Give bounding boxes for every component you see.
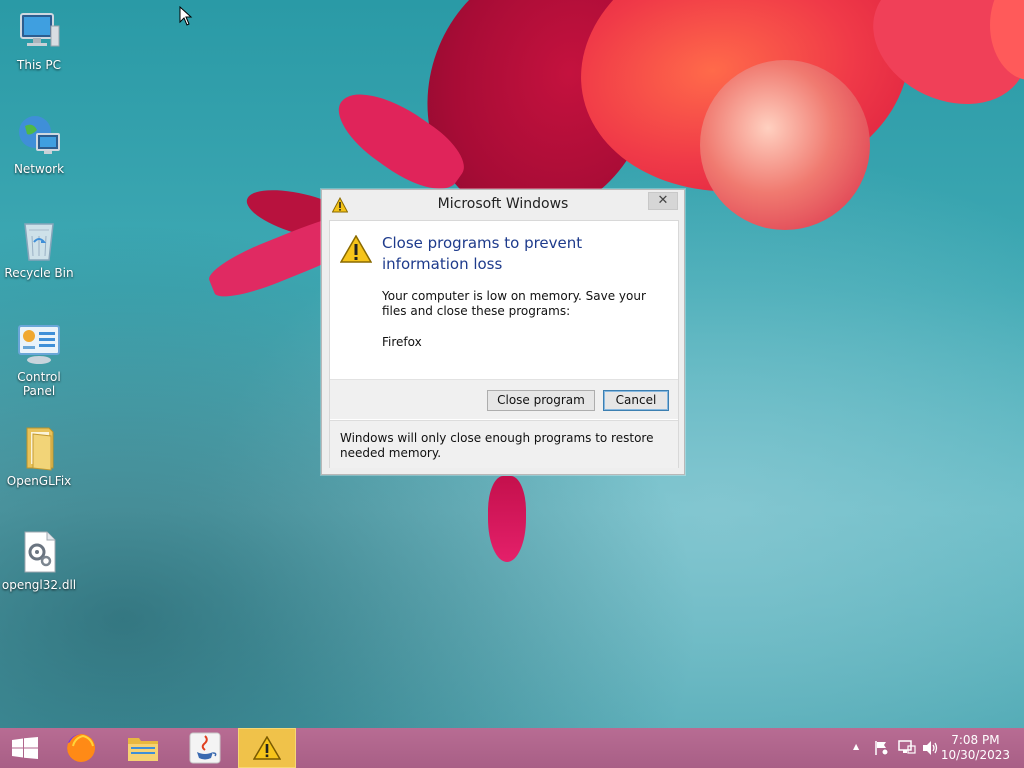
- taskbar: ▲ 7:08 PM 10/30/2023: [0, 728, 1024, 768]
- warning-icon: [252, 735, 282, 764]
- taskbar-file-explorer[interactable]: [114, 728, 172, 768]
- computer-icon: [15, 8, 63, 56]
- wallpaper-petal: [700, 60, 870, 230]
- control-panel-icon: [15, 320, 63, 368]
- footer-note: Windows will only close enough programs …: [340, 431, 654, 460]
- desktop-icon-openglfix[interactable]: OpenGLFix: [0, 424, 78, 488]
- wallpaper-stem: [488, 476, 526, 562]
- java-icon: [189, 732, 221, 768]
- folder-icon: [15, 424, 63, 472]
- dialog-titlebar[interactable]: Microsoft Windows ✕: [322, 190, 684, 220]
- taskbar-java[interactable]: [176, 728, 234, 768]
- close-button[interactable]: ✕: [648, 192, 678, 210]
- dialog-content: Close programs to prevent information lo…: [329, 220, 679, 468]
- desktop-icon-control-panel[interactable]: Control Panel: [0, 320, 78, 398]
- flag-icon[interactable]: [874, 740, 890, 760]
- system-tray: ▲: [850, 728, 950, 768]
- chevron-up-icon[interactable]: ▲: [853, 742, 859, 751]
- taskbar-clock[interactable]: 7:08 PM 10/30/2023: [941, 733, 1010, 763]
- desktop-icon-recycle-bin[interactable]: Recycle Bin: [0, 216, 78, 280]
- dialog-main-area: Close programs to prevent information lo…: [330, 221, 678, 379]
- program-name: Firefox: [382, 335, 422, 349]
- clock-date: 10/30/2023: [940, 748, 1010, 762]
- network-icon[interactable]: [898, 740, 916, 760]
- dll-file-icon: [15, 528, 63, 576]
- desktop-icon-label: OpenGLFix: [6, 474, 72, 488]
- desktop-icon-label: Control Panel: [17, 370, 61, 398]
- clock-time: 7:08 PM: [951, 733, 1000, 747]
- speaker-icon[interactable]: [922, 740, 940, 760]
- desktop-icon-label: This PC: [17, 58, 61, 72]
- desktop-icon-opengl32-dll[interactable]: opengl32.dll: [0, 528, 78, 592]
- dialog-footer: Windows will only close enough programs …: [330, 420, 678, 468]
- windows-logo-icon: [12, 737, 38, 763]
- dialog-title: Microsoft Windows: [437, 196, 569, 212]
- cancel-button[interactable]: Cancel: [603, 390, 669, 411]
- desktop: This PC Network Recycle Bin Control Pane…: [0, 0, 1024, 728]
- desktop-icon-label: Network: [13, 162, 65, 176]
- close-program-button[interactable]: Close program: [487, 390, 595, 411]
- start-button[interactable]: [0, 728, 50, 768]
- dialog-button-area: Close program Cancel: [330, 379, 678, 419]
- taskbar-warning-dialog[interactable]: [238, 728, 296, 768]
- desktop-icon-label: opengl32.dll: [1, 578, 77, 592]
- main-instruction: Close programs to prevent information lo…: [382, 234, 583, 273]
- folder-icon: [127, 734, 159, 766]
- network-icon: [15, 112, 63, 160]
- firefox-icon: [65, 732, 97, 768]
- desktop-icon-label: Recycle Bin: [4, 266, 74, 280]
- desktop-icon-this-pc[interactable]: This PC: [0, 8, 78, 72]
- dialog-message: Your computer is low on memory. Save you…: [382, 289, 646, 318]
- mouse-pointer-icon: [179, 5, 193, 30]
- taskbar-firefox[interactable]: [52, 728, 110, 768]
- low-memory-dialog: Microsoft Windows ✕ Close programs to pr…: [321, 189, 685, 475]
- recycle-bin-icon: [15, 216, 63, 264]
- desktop-icon-network[interactable]: Network: [0, 112, 78, 176]
- warning-icon: [339, 234, 373, 263]
